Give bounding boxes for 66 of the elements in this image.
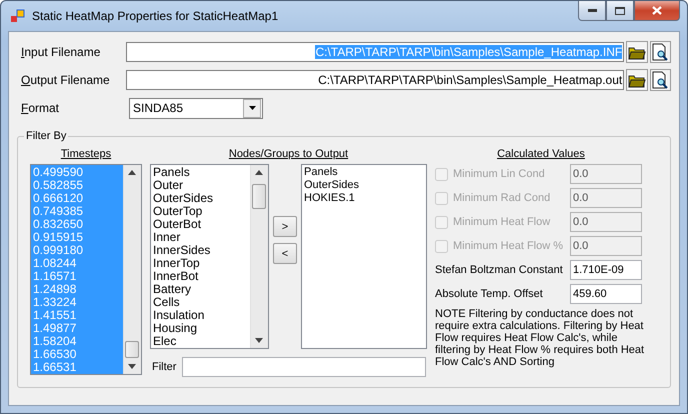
window-title: Static HeatMap Properties for StaticHeatMap1 [32,9,280,23]
list-item[interactable]: Battery [153,283,248,296]
app-icon [10,8,26,24]
scrollbar[interactable] [123,165,141,374]
scroll-thumb[interactable] [252,184,266,209]
field-label: Stefan Boltzman Constant [435,264,564,276]
checkbox-label: Minimum Rad Cond [453,192,552,204]
close-icon [652,6,662,15]
checkbox-label: Minimum Heat Flow % [453,240,564,252]
minimize-button[interactable] [578,1,606,21]
selected-nodes-list[interactable]: Panels OuterSides HOKIES.1 [301,164,427,349]
checkbox-label: Minimum Heat Flow [453,216,552,228]
field-label: Input Filename [21,45,102,59]
list-item[interactable]: Panels [304,166,424,179]
list-item[interactable]: OuterSides [153,192,248,205]
list-item[interactable]: Cells [153,296,248,309]
list-item[interactable]: Inner [153,231,248,244]
group-title: Filter By [25,130,68,142]
remove-button[interactable]: < [273,243,297,264]
checkbox-label: Minimum Lin Cond [453,168,546,180]
preview-button[interactable] [650,69,671,91]
filter-label: Filter [152,361,176,373]
magnifier-page-icon [651,43,670,61]
list-item[interactable]: HOKIES.1 [304,192,424,205]
filter-field[interactable] [182,357,426,377]
magnifier-page-icon [651,71,670,89]
value-field[interactable]: 1.710E-09 [570,260,642,280]
field-label: Output Filename [21,73,111,87]
browse-button[interactable] [626,41,648,63]
scroll-down-icon[interactable] [128,364,136,369]
list-item[interactable]: InnerTop [153,257,248,270]
list-item[interactable]: OuterBot [153,218,248,231]
field-label: Absolute Temp. Offset [435,288,544,300]
column-heading: Timesteps [60,148,112,160]
preview-button[interactable] [650,41,671,63]
list-item[interactable]: OuterTop [153,205,248,218]
minimize-icon [588,9,596,12]
scroll-up-icon[interactable] [255,170,263,175]
field-label: Format [21,101,60,115]
list-item[interactable]: InnerSides [153,244,248,257]
filename-field[interactable]: C:\TARP\TARP\TARP\bin\Samples\Sample_Heatmap.out [126,70,624,90]
add-button[interactable]: > [273,216,297,237]
column-heading: Nodes/Groups to Output [228,148,348,160]
dropdown-arrow-icon [248,106,256,110]
scroll-down-icon[interactable] [255,338,263,343]
scroll-thumb[interactable] [125,341,139,358]
maximize-button[interactable] [606,1,634,21]
scrollbar[interactable] [250,165,268,348]
maximize-icon [615,6,625,14]
format-dropdown[interactable]: SINDA85 [129,98,263,118]
column-heading: Calculated Values [497,148,585,160]
close-button[interactable] [634,1,680,21]
list-item[interactable]: Housing [153,322,248,335]
list-item[interactable]: Insulation [153,309,248,322]
list-item[interactable]: InnerBot [153,270,248,283]
list-item[interactable]: Outer [153,179,248,192]
browse-button[interactable] [626,69,648,91]
list-item[interactable]: Panels [153,166,248,179]
value-field[interactable]: 459.60 [570,284,642,304]
folder-icon [628,72,646,88]
list-item[interactable]: OuterSides [304,179,424,192]
scroll-up-icon[interactable] [128,170,136,175]
available-nodes-list[interactable]: Panels Outer OuterSides OuterTop OuterBot Inner InnerSides InnerTop InnerBot Battery Cells Insulation Housing Elec [150,164,269,349]
note-text: NOTE Filtering by conductance does not require extra calculations. Filtering by Heat Flow requires Heat Flow Calc's, while filtering by Heat Flow % requires both Heat Flow Calc's AND Sorting [435,308,646,368]
folder-icon [628,44,646,60]
list-item[interactable]: Elec [153,335,248,348]
